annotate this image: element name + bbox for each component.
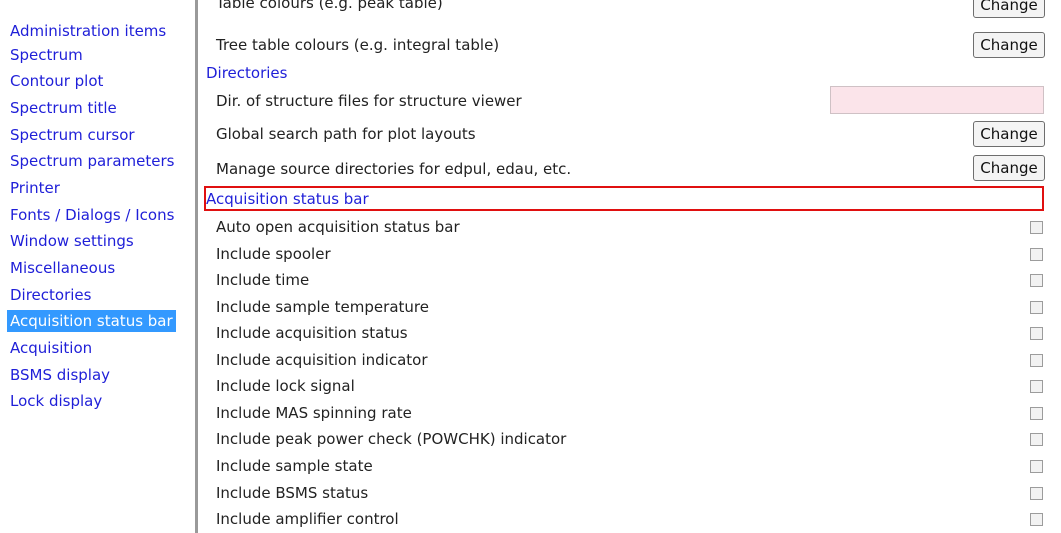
sidebar-item-lock-display[interactable]: Lock display xyxy=(7,390,105,412)
source-directories-change-button[interactable]: Change xyxy=(973,155,1045,181)
structure-files-label: Dir. of structure files for structure vi… xyxy=(216,92,522,110)
sidebar-item-acquisition-status-bar[interactable]: Acquisition status bar xyxy=(7,310,176,332)
option-label: Include BSMS status xyxy=(216,484,369,502)
option-row: Include acquisition indicator xyxy=(198,351,1061,371)
preferences-sidebar: Administration items Spectrum Contour pl… xyxy=(0,0,192,533)
include-amplifier-control-checkbox[interactable] xyxy=(1030,513,1043,526)
source-directories-label: Manage source directories for edpul, eda… xyxy=(216,160,572,178)
sidebar-item-administration-items[interactable]: Administration items xyxy=(7,20,169,42)
settings-panel: Table colours (e.g. peak table) Change T… xyxy=(198,0,1061,533)
option-row: Include sample temperature xyxy=(198,298,1061,318)
option-label: Include peak power check (POWCHK) indica… xyxy=(216,430,567,448)
directories-heading: Directories xyxy=(206,64,288,82)
sidebar-item-acquisition[interactable]: Acquisition xyxy=(7,337,95,359)
sidebar-item-bsms-display[interactable]: BSMS display xyxy=(7,364,113,386)
option-row: Include lock signal xyxy=(198,377,1061,397)
option-label: Include time xyxy=(216,271,310,289)
include-sample-state-checkbox[interactable] xyxy=(1030,460,1043,473)
include-time-checkbox[interactable] xyxy=(1030,274,1043,287)
option-label: Include MAS spinning rate xyxy=(216,404,412,422)
include-mas-spinning-rate-checkbox[interactable] xyxy=(1030,407,1043,420)
option-row: Include MAS spinning rate xyxy=(198,404,1061,424)
tree-table-colours-row: Tree table colours (e.g. integral table)… xyxy=(198,31,1061,59)
sidebar-item-spectrum[interactable]: Spectrum xyxy=(7,44,86,66)
option-label: Include amplifier control xyxy=(216,510,399,528)
option-row: Include acquisition status xyxy=(198,324,1061,344)
tree-table-colours-label: Tree table colours (e.g. integral table) xyxy=(216,36,500,54)
tree-table-colours-change-button[interactable]: Change xyxy=(973,32,1045,58)
include-lock-signal-checkbox[interactable] xyxy=(1030,380,1043,393)
option-row: Auto open acquisition status bar xyxy=(198,218,1061,238)
option-label: Auto open acquisition status bar xyxy=(216,218,460,236)
sidebar-item-spectrum-title[interactable]: Spectrum title xyxy=(7,97,120,119)
option-row: Include time xyxy=(198,271,1061,291)
sidebar-item-miscellaneous[interactable]: Miscellaneous xyxy=(7,257,118,279)
table-colours-row: Table colours (e.g. peak table) Change xyxy=(198,0,1061,18)
option-row: Include spooler xyxy=(198,245,1061,265)
option-row: Include sample state xyxy=(198,457,1061,477)
table-colours-label: Table colours (e.g. peak table) xyxy=(216,0,443,12)
sidebar-item-printer[interactable]: Printer xyxy=(7,177,63,199)
option-label: Include acquisition indicator xyxy=(216,351,428,369)
plot-layouts-label: Global search path for plot layouts xyxy=(216,125,476,143)
sidebar-item-contour-plot[interactable]: Contour plot xyxy=(7,70,106,92)
option-label: Include spooler xyxy=(216,245,331,263)
plot-layouts-row: Global search path for plot layouts Chan… xyxy=(198,120,1061,148)
include-sample-temperature-checkbox[interactable] xyxy=(1030,301,1043,314)
plot-layouts-change-button[interactable]: Change xyxy=(973,121,1045,147)
acquisition-status-bar-section: Acquisition status bar xyxy=(198,188,1061,210)
acquisition-status-bar-heading: Acquisition status bar xyxy=(206,190,369,208)
sidebar-item-directories[interactable]: Directories xyxy=(7,284,94,306)
include-acquisition-indicator-checkbox[interactable] xyxy=(1030,354,1043,367)
auto-open-checkbox[interactable] xyxy=(1030,221,1043,234)
directories-section: Directories xyxy=(198,63,1061,83)
source-directories-row: Manage source directories for edpul, eda… xyxy=(198,154,1061,182)
include-powchk-indicator-checkbox[interactable] xyxy=(1030,433,1043,446)
option-row: Include BSMS status xyxy=(198,484,1061,504)
option-row: Include peak power check (POWCHK) indica… xyxy=(198,430,1061,450)
sidebar-item-fonts-dialogs-icons[interactable]: Fonts / Dialogs / Icons xyxy=(7,204,177,226)
sidebar-item-spectrum-cursor[interactable]: Spectrum cursor xyxy=(7,124,138,146)
sidebar-item-spectrum-parameters[interactable]: Spectrum parameters xyxy=(7,150,177,172)
table-colours-change-button[interactable]: Change xyxy=(973,0,1045,18)
structure-files-row: Dir. of structure files for structure vi… xyxy=(198,86,1061,116)
include-acquisition-status-checkbox[interactable] xyxy=(1030,327,1043,340)
sidebar-item-window-settings[interactable]: Window settings xyxy=(7,230,137,252)
option-label: Include sample state xyxy=(216,457,373,475)
structure-files-input[interactable] xyxy=(830,86,1044,114)
include-spooler-checkbox[interactable] xyxy=(1030,248,1043,261)
option-label: Include sample temperature xyxy=(216,298,429,316)
option-label: Include lock signal xyxy=(216,377,355,395)
option-row: Include amplifier control xyxy=(198,510,1061,530)
option-label: Include acquisition status xyxy=(216,324,408,342)
include-bsms-status-checkbox[interactable] xyxy=(1030,487,1043,500)
